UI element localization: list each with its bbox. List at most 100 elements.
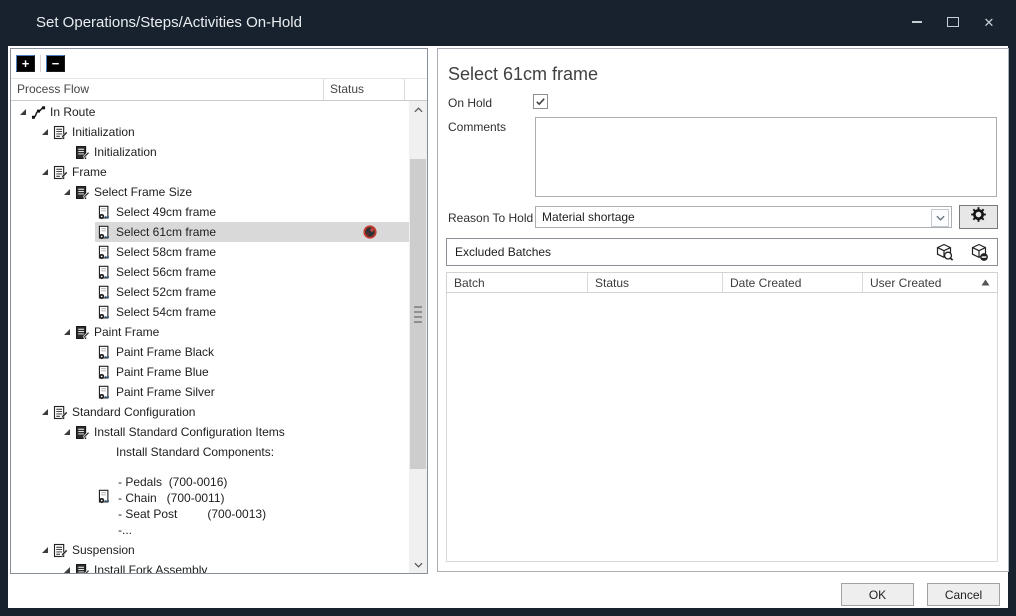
tree-row[interactable]: Frame [11,162,409,182]
tree-row[interactable]: Select 58cm frame [11,242,409,262]
scroll-up-icon[interactable] [409,101,427,118]
tree-row-content[interactable]: In Route [29,102,409,122]
tree-rows: In RouteInitializationInitializationFram… [11,102,409,573]
ok-button[interactable]: OK [841,583,914,606]
tree-row-content[interactable]: Frame [51,162,409,182]
batch-search-icon[interactable] [935,243,954,262]
tree-row-content[interactable]: Install Fork Assembly [73,560,409,573]
expander-icon[interactable] [61,427,73,437]
activity-icon [97,305,112,320]
tree-row-label: Paint Frame [94,325,159,339]
tree-row-label: Select 61cm frame [116,225,216,239]
tree-row-content[interactable]: Suspension [51,540,409,560]
route-icon [31,105,46,120]
collapse-all-button[interactable]: − [46,55,65,72]
tree-row[interactable]: Install Fork Assembly [11,560,409,573]
tree-row[interactable]: Paint Frame [11,322,409,342]
tree-row-label: Select 58cm frame [116,245,216,259]
batch-column-header-user-created[interactable]: User Created [863,273,997,292]
batch-column-header-batch[interactable]: Batch [447,273,588,292]
tree-row-content[interactable]: Initialization [51,122,409,142]
tree-row-content[interactable]: Standard Configuration [51,402,409,422]
expander-icon[interactable] [61,327,73,337]
tree-row[interactable]: Select 56cm frame [11,262,409,282]
selected-activity-title: Select 61cm frame [448,64,598,85]
chevron-down-icon[interactable] [931,209,949,227]
tree-row-content[interactable]: Select 61cm frame [95,222,409,242]
batch-remove-icon[interactable] [970,243,989,262]
expander-icon[interactable] [17,107,29,117]
tree-row[interactable]: Suspension [11,540,409,560]
tree-row-content[interactable]: Select 52cm frame [95,282,409,302]
tree-row[interactable]: Standard Configuration [11,402,409,422]
tree-row-content[interactable]: Select Frame Size [73,182,409,202]
expander-icon[interactable] [39,127,51,137]
tree-row[interactable]: Paint Frame Silver [11,382,409,402]
comments-label: Comments [448,120,506,134]
activity-icon [97,285,112,300]
cancel-button[interactable]: Cancel [927,583,1000,606]
tree-row-content[interactable]: Paint Frame Blue [95,362,409,382]
title-bar[interactable]: Set Operations/Steps/Activities On-Hold … [0,0,1016,46]
tree-row[interactable]: Install Standard Configuration Items [11,422,409,442]
batch-table-body[interactable] [446,293,998,562]
tree-row-content[interactable]: Paint Frame Black [95,342,409,362]
tree-row[interactable]: Select Frame Size [11,182,409,202]
tree-row-content[interactable]: Select 54cm frame [95,302,409,322]
expander-icon[interactable] [39,407,51,417]
step-icon [75,425,90,440]
tree-row[interactable]: Select 52cm frame [11,282,409,302]
scrollbar-thumb[interactable] [410,159,426,469]
tree-row[interactable]: Initialization [11,122,409,142]
expander-icon[interactable] [39,545,51,555]
batch-column-header-date-created[interactable]: Date Created [723,273,863,292]
reason-settings-button[interactable] [959,205,998,229]
tree-row[interactable]: Paint Frame Blue [11,362,409,382]
tree-row[interactable]: Select 54cm frame [11,302,409,322]
on-hold-label: On Hold [448,96,492,110]
expander-icon[interactable] [61,565,73,573]
activity-icon [97,225,112,240]
sort-asc-icon[interactable] [981,279,990,286]
expander-icon[interactable] [61,187,73,197]
tree-row-content[interactable]: Paint Frame Silver [95,382,409,402]
expand-all-button[interactable]: + [16,55,35,72]
expander-spacer [83,207,95,217]
step-icon [75,185,90,200]
tree-row-label: Paint Frame Silver [116,385,215,399]
window-title: Set Operations/Steps/Activities On-Hold [36,14,302,31]
reason-to-hold-select[interactable]: Material shortage [535,206,952,228]
column-header-process-flow[interactable]: Process Flow [11,79,324,100]
expander-spacer [83,387,95,397]
operation-icon [53,125,68,140]
batch-table-header: BatchStatusDate CreatedUser Created [446,272,998,293]
tree-row-content[interactable]: Select 58cm frame [95,242,409,262]
close-button[interactable]: ✕ [978,12,1000,32]
minimize-button[interactable] [906,12,928,32]
comments-input[interactable] [535,117,997,197]
on-hold-checkbox[interactable] [533,94,548,109]
tree-row-content[interactable]: Install Standard Configuration Items [73,422,409,442]
tree-row-content[interactable]: Select 56cm frame [95,262,409,282]
tree-row[interactable]: Select 49cm frame [11,202,409,222]
tree-row[interactable]: Initialization [11,142,409,162]
tree-scrollbar[interactable] [409,101,427,573]
tree-row[interactable]: Install Standard Components: [11,442,409,462]
tree-row-content[interactable]: Paint Frame [73,322,409,342]
maximize-button[interactable] [942,12,964,32]
scroll-down-icon[interactable] [409,556,427,573]
tree-row-content[interactable]: Initialization [73,142,409,162]
tree-row-content[interactable]: - Pedals (700-0016) - Chain (700-0011) -… [95,462,409,540]
excluded-batches-header: Excluded Batches [446,238,998,266]
column-header-status[interactable]: Status [324,79,405,100]
tree-row[interactable]: Paint Frame Black [11,342,409,362]
expander-icon[interactable] [39,167,51,177]
dialog-client-area: + − Process Flow Status In RouteInitiali… [8,46,1008,608]
tree-row[interactable]: Select 61cm frame [11,222,409,242]
batch-column-header-status[interactable]: Status [588,273,723,292]
tree-row-content[interactable]: Install Standard Components: [95,442,409,462]
tree-row[interactable]: In Route [11,102,409,122]
tree-row[interactable]: - Pedals (700-0016) - Chain (700-0011) -… [11,462,409,540]
operation-icon [53,543,68,558]
tree-row-content[interactable]: Select 49cm frame [95,202,409,222]
